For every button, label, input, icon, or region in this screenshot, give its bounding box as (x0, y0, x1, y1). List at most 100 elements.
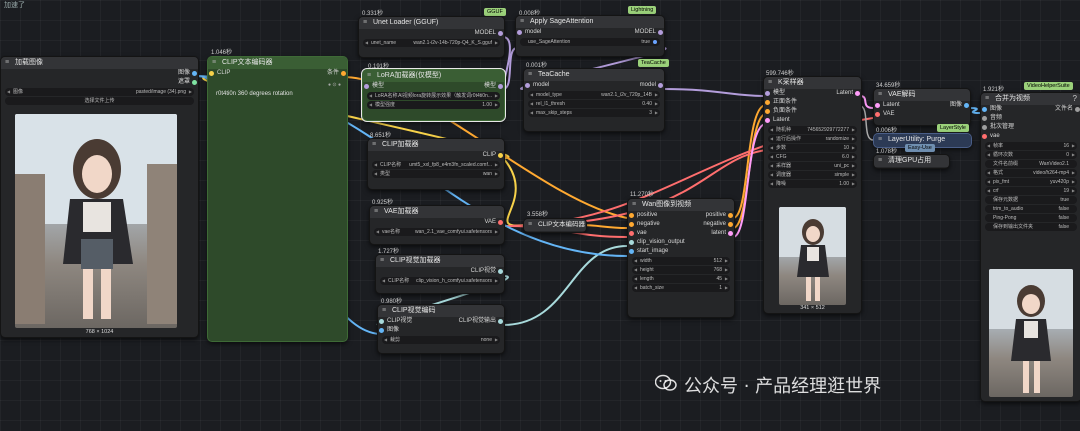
output-model-port[interactable] (658, 83, 663, 88)
scheduler-select[interactable]: 调度器simple (768, 171, 857, 179)
max-skip-input[interactable]: max_skip_steps3 (528, 109, 660, 117)
input-clip-vision-port[interactable] (379, 319, 384, 324)
input-model-port[interactable] (517, 30, 522, 35)
image-select[interactable]: 图像pasted/image (34).png (5, 88, 194, 96)
input-latent-port[interactable] (875, 103, 880, 108)
rel-thresh-input[interactable]: rel_l1_thresh0.40 (528, 100, 660, 108)
clip-loader-node[interactable]: CLIP加载器 CLIP CLIP名称umt5_xxl_fp8_e4m3fn_s… (367, 138, 505, 190)
model-strength-input[interactable]: 模型强度1.00 (367, 101, 500, 109)
input-clip-vision-port[interactable] (629, 240, 634, 245)
output-image-port[interactable] (964, 103, 969, 108)
filename-prefix-input[interactable]: 文件名前缀 WanVideo2.1 (985, 160, 1077, 168)
input-clip-port[interactable] (209, 71, 214, 76)
lora-loader-node[interactable]: LoRA加载器(仅模型) 模型 模型 LoRA名称AI视频lora旋转展示效果（触… (361, 68, 506, 122)
model-type-select[interactable]: model_typewan2.1_i2v_720p_14B (528, 91, 660, 99)
node-tag: TeaCache (638, 59, 669, 67)
unet-name-select[interactable]: unet_namewan2.1-i2v-14b-720p-Q4_K_S.gguf (363, 39, 500, 47)
output-positive-port[interactable] (728, 213, 733, 218)
output-model-port[interactable] (498, 84, 503, 89)
output-negative-port[interactable] (728, 222, 733, 227)
output-latent-port[interactable] (728, 231, 733, 236)
frame-rate-input[interactable]: 帧率16 (985, 142, 1077, 150)
output-model-port[interactable] (498, 31, 503, 36)
prompt-text[interactable]: r0t4ti0n 360 degrees rotation (216, 91, 293, 97)
input-vae-port[interactable] (982, 134, 987, 139)
input-audio-label: 音频 (990, 115, 1003, 121)
output-clip-vision-port[interactable] (498, 269, 503, 274)
node-title: VAE加载器 (370, 206, 504, 218)
wan-image-to-video-node[interactable]: Wan图像到视频 positive positive negative negati… (627, 198, 735, 318)
clip-type-select[interactable]: 类型wan (372, 170, 500, 178)
input-model-port[interactable] (364, 84, 369, 89)
video-combine-node[interactable]: 合并为视频 ? 图像 文件名 音频 批次管理 vae 帧率16 循环次数0 文件名… (980, 92, 1080, 402)
cfg-input[interactable]: CFG6.0 (768, 153, 857, 161)
input-audio-port[interactable] (982, 116, 987, 121)
save-metadata-toggle[interactable]: 保存元数据 true (985, 196, 1077, 204)
lora-name-select[interactable]: LoRA名称AI视频lora旋转展示效果（触发词r0t4ti0n... (367, 92, 500, 100)
unet-loader-node[interactable]: Unet Loader (GGUF) MODEL unet_namewan2.1… (358, 16, 505, 58)
output-mask-port[interactable] (192, 80, 197, 85)
use-sage-toggle[interactable]: use_SageAttention true (520, 38, 660, 46)
ping-pong-toggle[interactable]: Ping-Pong false (985, 214, 1077, 222)
ksampler-node[interactable]: K采样器 模型 Latent 正面条件 负面条件 Latent 随机种745652… (763, 76, 862, 314)
vae-loader-node[interactable]: VAE加载器 VAE vae名称wan_2.1_vae_comfyui.safe… (369, 205, 505, 245)
clip-name-select[interactable]: CLIP名称umt5_xxl_fp8_e4m3fn_scaled.comf... (372, 161, 500, 169)
help-icon[interactable]: ? (1073, 94, 1077, 103)
clip-text-encode-node[interactable]: CLIP文本编码器 CLIP 条件 ● ⊙ ● r0t4ti0n 360 degr… (207, 56, 348, 342)
input-vae-port[interactable] (629, 231, 634, 236)
crop-select[interactable]: 裁剪none (382, 336, 500, 344)
output-model-port[interactable] (658, 30, 663, 35)
format-select[interactable]: 格式video/h264-mp4 (985, 169, 1077, 177)
input-start-image-port[interactable] (629, 249, 634, 254)
control-after-generate-select[interactable]: 运行后操作randomize (768, 135, 857, 143)
vae-decode-node[interactable]: VAE解码 Latent 图像 VAE (873, 88, 971, 126)
vae-name-select[interactable]: vae名称wan_2.1_vae_comfyui.safetensors (374, 228, 500, 236)
output-cond-port[interactable] (341, 71, 346, 76)
output-latent-port[interactable] (855, 91, 860, 96)
height-input[interactable]: height768 (632, 266, 730, 274)
input-negative-port[interactable] (629, 222, 634, 227)
output-image-port[interactable] (192, 71, 197, 76)
input-negative-port[interactable] (765, 109, 770, 114)
node-tag: VideoHelperSuite (1024, 82, 1073, 90)
input-model-port[interactable] (765, 91, 770, 96)
output-port[interactable] (498, 319, 503, 324)
output-latent-label: latent (711, 230, 726, 236)
sampler-select[interactable]: 采样器uni_pc (768, 162, 857, 170)
pix-fmt-select[interactable]: pix_fmtyuv420p (985, 178, 1077, 186)
trim-to-audio-toggle[interactable]: trim_to_audio false (985, 205, 1077, 213)
input-image-port[interactable] (379, 328, 384, 333)
sage-attention-node[interactable]: Apply SageAttention model MODEL use_SageA… (515, 15, 665, 57)
purge-gpu-node[interactable]: 清理GPU占用 (873, 154, 950, 169)
input-positive-port[interactable] (629, 213, 634, 218)
node-tag: GGUF (484, 8, 506, 16)
loop-count-input[interactable]: 循环次数0 (985, 151, 1077, 159)
width-input[interactable]: width512 (632, 257, 730, 265)
output-vae-port[interactable] (498, 220, 503, 225)
input-batch-port[interactable] (982, 125, 987, 130)
input-positive-port[interactable] (765, 100, 770, 105)
load-image-node[interactable]: 加载图像 图像 遮罩 图像pasted/image (34).png 选择文件上… (0, 56, 199, 338)
clip-vision-encode-node[interactable]: CLIP视觉编码 CLIP视觉 CLIP视觉输出 图像 裁剪none (377, 304, 505, 354)
input-vae-port[interactable] (875, 112, 880, 117)
crf-input[interactable]: crf19 (985, 187, 1077, 195)
output-model-label: MODEL (474, 30, 496, 36)
steps-input[interactable]: 步数10 (768, 144, 857, 152)
input-image-port[interactable] (982, 107, 987, 112)
clip-text-encode-2-node[interactable]: CLIP文本编码器 (523, 218, 587, 233)
input-latent-port[interactable] (765, 118, 770, 123)
save-output-toggle[interactable]: 保存到输出文件夹 false (985, 223, 1077, 231)
length-input[interactable]: length45 (632, 275, 730, 283)
clip-vision-loader-node[interactable]: CLIP视觉加载器 CLIP视觉 CLIP名称clip_vision_h_com… (375, 254, 505, 294)
input-model-port[interactable] (525, 83, 530, 88)
output-filename-port[interactable] (1075, 107, 1080, 112)
input-model-label: model (533, 82, 550, 88)
clip-vision-name-select[interactable]: CLIP名称clip_vision_h_comfyui.safetensors (380, 277, 500, 285)
teacache-node[interactable]: TeaCache model model model_typewan2.1_i2v… (523, 68, 665, 132)
output-clip-port[interactable] (498, 153, 503, 158)
batch-size-input[interactable]: batch_size1 (632, 284, 730, 292)
upload-button[interactable]: 选择文件上传 (5, 97, 194, 105)
denoise-input[interactable]: 降噪1.00 (768, 180, 857, 188)
seed-input[interactable]: 随机种745652929772277 (768, 126, 857, 134)
node-tag: LayerStyle (937, 124, 969, 132)
